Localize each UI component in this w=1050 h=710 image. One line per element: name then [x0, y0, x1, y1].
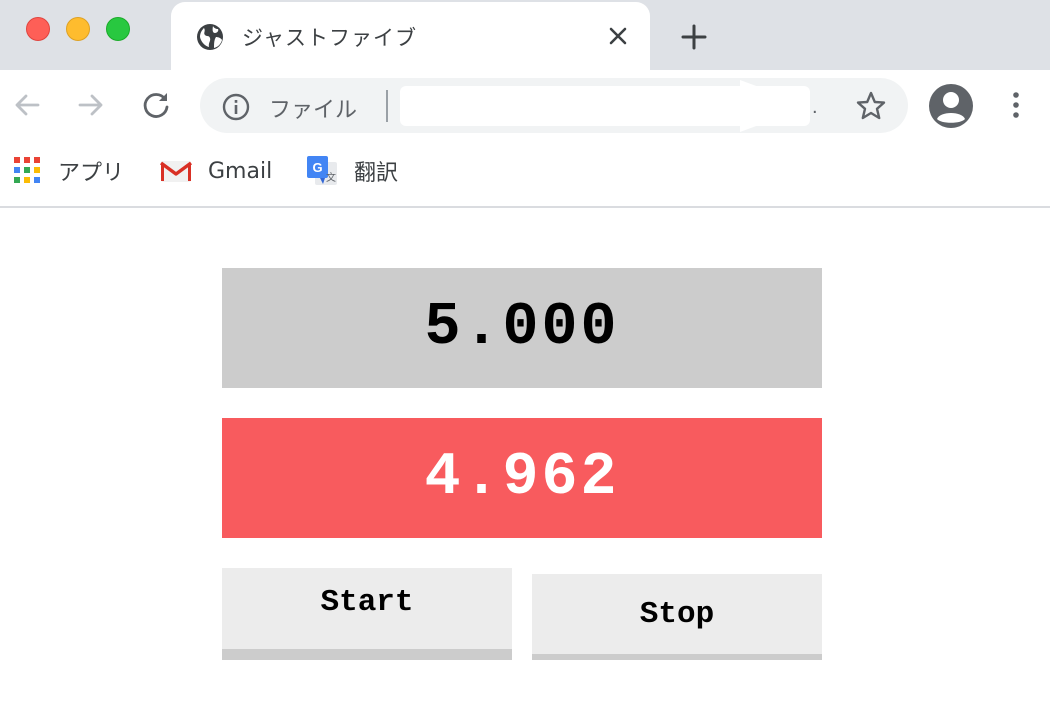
- apps-grid-icon: [14, 157, 42, 185]
- reload-icon[interactable]: [141, 90, 171, 120]
- browser-tab[interactable]: ジャストファイブ: [171, 2, 650, 70]
- more-menu-icon[interactable]: [1004, 90, 1028, 120]
- bookmark-apps-label: アプリ: [58, 161, 125, 186]
- tab-close-icon[interactable]: [606, 24, 630, 48]
- window-minimize-button[interactable]: [66, 17, 90, 41]
- bookmark-gmail[interactable]: Gmail: [160, 156, 272, 186]
- google-translate-icon: G 文: [307, 156, 337, 185]
- window-maximize-button[interactable]: [106, 17, 130, 41]
- bookmarks-bar: アプリ Gmail G 文 翻訳: [0, 140, 1050, 208]
- address-bar[interactable]: ファイル .: [200, 78, 908, 133]
- tab-title: ジャストファイブ: [242, 26, 417, 50]
- bookmark-gmail-label: Gmail: [208, 158, 273, 184]
- stop-button[interactable]: Stop: [532, 574, 822, 660]
- forward-arrow-icon[interactable]: [76, 90, 106, 120]
- new-tab-icon[interactable]: [679, 22, 709, 52]
- bookmark-apps[interactable]: アプリ: [14, 156, 124, 186]
- svg-text:文: 文: [326, 171, 336, 184]
- start-button[interactable]: Start: [222, 568, 512, 660]
- url-redaction-tail: [740, 80, 810, 132]
- info-icon[interactable]: [221, 92, 251, 122]
- elapsed-time-display: 4.962: [222, 418, 822, 538]
- bookmark-translate[interactable]: G 文 翻訳: [306, 156, 398, 186]
- target-time-display: 5.000: [222, 268, 822, 388]
- url-tail-text: .: [812, 96, 818, 118]
- svg-text:G: G: [312, 160, 322, 175]
- url-separator: [386, 90, 388, 122]
- browser-toolbar: ファイル .: [0, 70, 1050, 140]
- tab-strip: ジャストファイブ: [0, 0, 1050, 70]
- profile-avatar-icon[interactable]: [928, 83, 974, 129]
- window-close-button[interactable]: [26, 17, 50, 41]
- back-arrow-icon[interactable]: [12, 90, 42, 120]
- gmail-icon: [160, 161, 192, 182]
- url-scheme-label: ファイル: [269, 98, 358, 123]
- globe-icon: [197, 24, 223, 50]
- bookmark-star-icon[interactable]: [855, 90, 887, 122]
- bookmark-translate-label: 翻訳: [354, 161, 399, 186]
